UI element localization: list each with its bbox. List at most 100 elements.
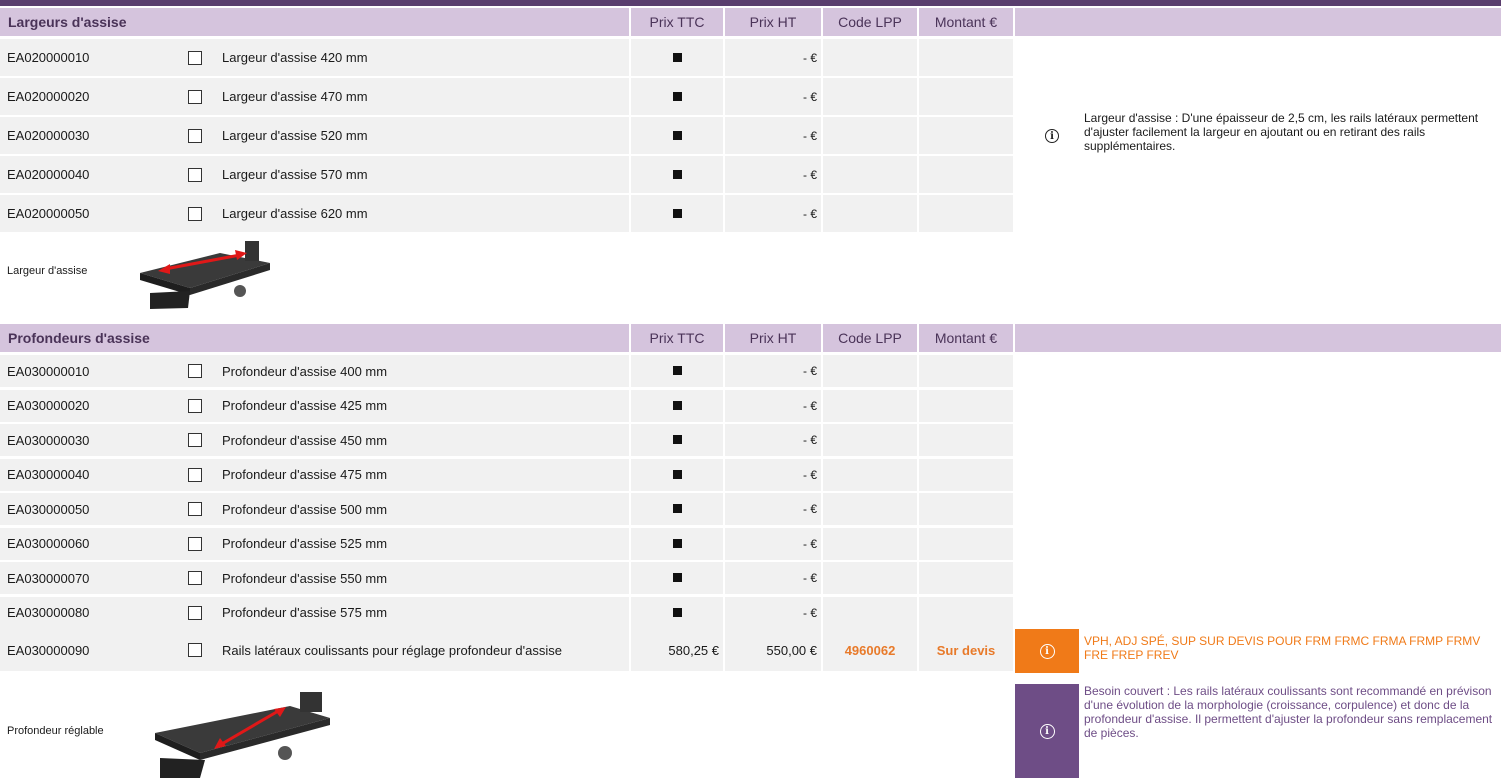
- table-row: EA030000070 Profondeur d'assise 550 mm - €: [0, 562, 1013, 594]
- price-ht: - €: [802, 50, 817, 65]
- table-row: EA030000020 Profondeur d'assise 425 mm - €: [0, 389, 1013, 422]
- price-ht: - €: [802, 364, 817, 378]
- price-ht: - €: [802, 167, 817, 182]
- price-marker: [673, 469, 682, 479]
- item-code: EA030000040: [7, 467, 90, 482]
- col-prix-ht: Prix HT: [725, 324, 821, 352]
- price-ht: - €: [802, 571, 817, 585]
- purple-note: Besoin couvert : Les rails latéraux coul…: [1084, 684, 1493, 740]
- checkbox[interactable]: [188, 433, 202, 447]
- table-row-rails: EA030000090 Rails latéraux coulissants p…: [0, 629, 1013, 671]
- col-prix-ttc: Prix TTC: [631, 324, 723, 352]
- price-marker: [673, 435, 682, 444]
- item-code: EA030000060: [7, 536, 90, 551]
- checkbox[interactable]: [188, 167, 202, 182]
- item-code: EA030000080: [7, 605, 90, 620]
- checkbox[interactable]: [188, 571, 202, 585]
- table-row: EA030000050 Profondeur d'assise 500 mm - €: [0, 493, 1013, 525]
- checkbox[interactable]: [188, 536, 202, 551]
- price-ht: 550,00 €: [766, 642, 817, 658]
- price-marker: [673, 538, 682, 548]
- code-lpp: 4960062: [844, 642, 896, 658]
- table-row: EA020000010 Largeur d'assise 420 mm - €: [0, 39, 1013, 76]
- price-marker: [673, 52, 682, 62]
- item-label: Profondeur d'assise 500 mm: [222, 501, 388, 517]
- checkbox[interactable]: [188, 89, 202, 104]
- checkbox[interactable]: [188, 398, 202, 413]
- header-filler: [1015, 8, 1501, 36]
- item-code: EA020000030: [7, 128, 90, 143]
- item-label: Largeur d'assise 420 mm: [222, 50, 368, 65]
- item-code: EA020000020: [7, 89, 90, 104]
- checkbox[interactable]: [188, 128, 202, 143]
- orange-info-box: i: [1015, 629, 1079, 673]
- item-label: Largeur d'assise 620 mm: [222, 206, 368, 221]
- price-marker: [673, 169, 682, 179]
- item-label: Profondeur d'assise 575 mm: [222, 605, 388, 620]
- col-montant: Montant €: [919, 324, 1013, 352]
- table-row: EA020000020 Largeur d'assise 470 mm - €: [0, 78, 1013, 115]
- seat-width-image: [140, 241, 270, 309]
- checkbox[interactable]: [188, 50, 202, 65]
- purple-info-box: i: [1015, 684, 1079, 778]
- price-marker: [673, 504, 682, 513]
- table-row: EA020000030 Largeur d'assise 520 mm - €: [0, 117, 1013, 154]
- checkbox[interactable]: [188, 605, 202, 620]
- item-label: Profondeur d'assise 525 mm: [222, 536, 388, 551]
- image-caption: Largeur d'assise: [7, 265, 88, 277]
- item-code: EA030000090: [7, 642, 90, 658]
- col-code-lpp: Code LPP: [823, 324, 917, 352]
- checkbox[interactable]: [188, 502, 202, 516]
- price-ht: - €: [802, 128, 817, 143]
- item-label: Largeur d'assise 470 mm: [222, 89, 368, 104]
- table-row: EA030000030 Profondeur d'assise 450 mm - €: [0, 424, 1013, 456]
- price-ht: - €: [802, 206, 817, 221]
- item-label: Largeur d'assise 520 mm: [222, 128, 368, 143]
- info-icon: i: [1039, 643, 1055, 659]
- price-marker: [673, 208, 682, 218]
- info-icon: i: [1045, 129, 1059, 143]
- table-row: EA030000010 Profondeur d'assise 400 mm - €: [0, 355, 1013, 387]
- col-prix-ttc: Prix TTC: [631, 8, 723, 36]
- item-label: Profondeur d'assise 400 mm: [222, 363, 388, 379]
- price-ht: - €: [802, 502, 817, 516]
- top-bar: [0, 0, 1501, 6]
- price-ht: - €: [802, 398, 817, 413]
- price-ht: - €: [802, 433, 817, 447]
- montant: Sur devis: [936, 642, 996, 658]
- info-icon: i: [1039, 723, 1055, 739]
- price-marker: [673, 91, 682, 101]
- section-title: Profondeurs d'assise: [0, 324, 629, 352]
- checkbox[interactable]: [188, 206, 202, 221]
- section-title: Largeurs d'assise: [0, 8, 629, 36]
- item-code: EA030000050: [7, 501, 90, 517]
- table-row: EA020000040 Largeur d'assise 570 mm - €: [0, 156, 1013, 193]
- header-filler: [1015, 324, 1501, 352]
- item-code: EA030000030: [7, 432, 90, 448]
- item-code: EA030000020: [7, 398, 90, 413]
- price-ht: - €: [802, 89, 817, 104]
- table-row: EA030000080 Profondeur d'assise 575 mm - €: [0, 596, 1013, 629]
- checkbox[interactable]: [188, 643, 202, 657]
- item-code: EA020000010: [7, 50, 90, 65]
- image-caption: Profondeur réglable: [7, 725, 104, 737]
- seat-depth-image: [155, 692, 330, 778]
- item-label: Profondeur d'assise 450 mm: [222, 432, 388, 448]
- checkbox[interactable]: [188, 467, 202, 482]
- orange-note: VPH, ADJ SPÉ, SUP SUR DEVIS POUR FRM FRM…: [1084, 634, 1481, 662]
- seat-width-note: Largeur d'assise : D'une épaisseur de 2,…: [1084, 111, 1479, 153]
- item-label: Profondeur d'assise 475 mm: [222, 467, 388, 482]
- col-montant: Montant €: [919, 8, 1013, 36]
- price-marker: [673, 573, 682, 582]
- checkbox[interactable]: [188, 364, 202, 378]
- col-prix-ht: Prix HT: [725, 8, 821, 36]
- price-marker: [673, 400, 682, 410]
- price-marker: [673, 366, 682, 375]
- item-code: EA020000040: [7, 167, 90, 182]
- item-label: Profondeur d'assise 425 mm: [222, 398, 388, 413]
- section-header: Profondeurs d'assise Prix TTC Prix HT Co…: [0, 324, 1501, 352]
- price-ht: - €: [802, 536, 817, 551]
- item-code: EA030000010: [7, 363, 90, 379]
- section-header: Largeurs d'assise Prix TTC Prix HT Code …: [0, 8, 1501, 36]
- table-row: EA030000060 Profondeur d'assise 525 mm - €: [0, 527, 1013, 560]
